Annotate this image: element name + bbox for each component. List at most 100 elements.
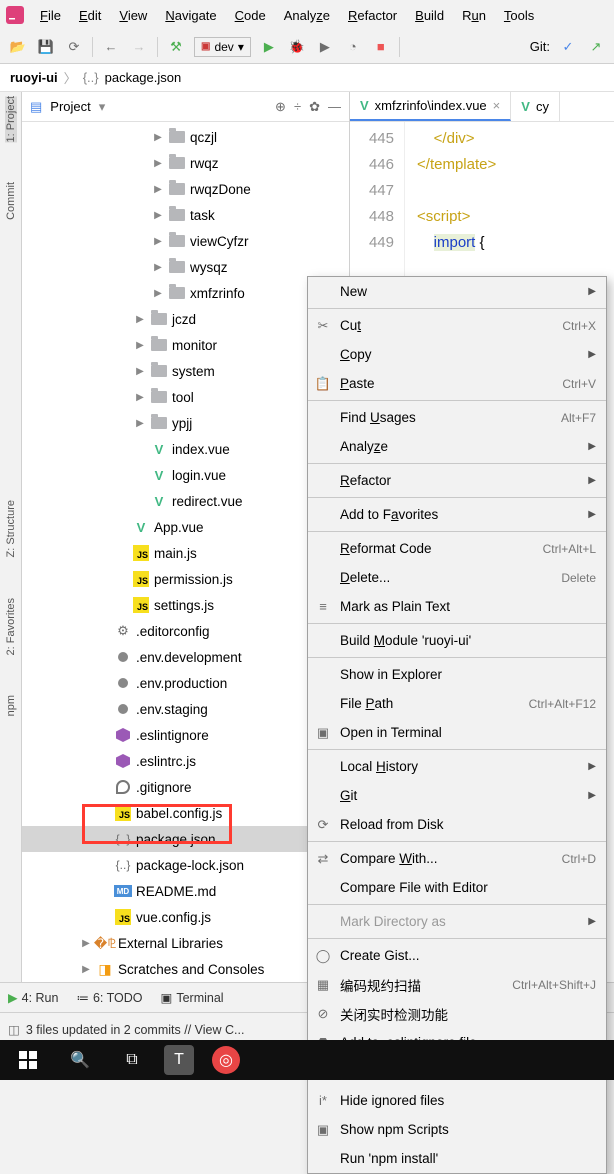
tree-item[interactable]: ▶◨Scratches and Consoles [22, 956, 349, 982]
expand-arrow-icon[interactable]: ▶ [152, 236, 164, 247]
context-menu-item[interactable]: Reformat CodeCtrl+Alt+L [308, 534, 606, 563]
tree-item[interactable]: ▶monitor [22, 332, 349, 358]
collapse-icon[interactable]: ÷ [294, 99, 301, 115]
expand-arrow-icon[interactable]: ▶ [134, 366, 146, 377]
menu-code[interactable]: Code [227, 4, 274, 27]
dropdown-icon[interactable]: ▾ [99, 99, 106, 115]
tab-favorites[interactable]: 2: Favorites [5, 598, 17, 655]
context-menu-item[interactable]: Git▶ [308, 781, 606, 810]
tree-item[interactable]: ▶xmfzrinfo [22, 280, 349, 306]
tree-item[interactable]: Vredirect.vue [22, 488, 349, 514]
context-menu-item[interactable]: Show in Explorer [308, 660, 606, 689]
run-tool-tab[interactable]: ▶4: Run [8, 990, 58, 1005]
hide-icon[interactable]: — [328, 99, 341, 115]
tree-item[interactable]: .env.production [22, 670, 349, 696]
menu-view[interactable]: View [111, 4, 155, 27]
hammer-icon[interactable]: ⚒ [166, 37, 186, 57]
tree-item[interactable]: ▶rwqzDone [22, 176, 349, 202]
close-icon[interactable]: × [493, 98, 501, 113]
breadcrumb-file[interactable]: package.json [105, 70, 182, 85]
run-icon[interactable]: ▶ [259, 37, 279, 57]
menu-run[interactable]: Run [454, 4, 494, 27]
tree-item[interactable]: ▶�⅊External Libraries [22, 930, 349, 956]
context-menu-item[interactable]: Local History▶ [308, 752, 606, 781]
context-menu-item[interactable]: Build Module 'ruoyi-ui' [308, 626, 606, 655]
tree-item[interactable]: ▶jczd [22, 306, 349, 332]
expand-arrow-icon[interactable]: ▶ [152, 288, 164, 299]
stop-icon[interactable]: ■ [371, 37, 391, 57]
search-icon[interactable]: 🔍 [60, 1040, 100, 1080]
expand-arrow-icon[interactable]: ▶ [152, 132, 164, 143]
context-menu-item[interactable]: Refactor▶ [308, 466, 606, 495]
tree-item[interactable]: JSmain.js [22, 540, 349, 566]
coverage-icon[interactable]: ▶ [315, 37, 335, 57]
expand-arrow-icon[interactable]: ▶ [152, 158, 164, 169]
tree-item[interactable]: ▶wysqz [22, 254, 349, 280]
menu-analyze[interactable]: Analyze [276, 4, 338, 27]
editor-tab-2[interactable]: V cy [511, 92, 560, 121]
context-menu-item[interactable]: Delete...Delete [308, 563, 606, 592]
tree-item[interactable]: ▶task [22, 202, 349, 228]
tree-item[interactable]: ▶ypjj [22, 410, 349, 436]
expand-arrow-icon[interactable]: ▶ [80, 938, 92, 949]
tree-item[interactable]: ⚙.editorconfig [22, 618, 349, 644]
tree-item[interactable]: VApp.vue [22, 514, 349, 540]
tree-item[interactable]: .eslintrc.js [22, 748, 349, 774]
git-update-icon[interactable]: ✓ [558, 37, 578, 57]
app-t-icon[interactable]: T [164, 1045, 194, 1075]
forward-icon[interactable]: → [129, 37, 149, 57]
target-icon[interactable]: ⊕ [275, 99, 286, 115]
open-icon[interactable]: 📂 [8, 37, 28, 57]
context-menu-item[interactable]: ≡Mark as Plain Text [308, 592, 606, 621]
back-icon[interactable]: ← [101, 37, 121, 57]
tree-item[interactable]: JSpermission.js [22, 566, 349, 592]
tree-item[interactable]: ▶system [22, 358, 349, 384]
debug-icon[interactable]: 🐞 [287, 37, 307, 57]
context-menu-item[interactable]: Analyze▶ [308, 432, 606, 461]
tree-item[interactable]: {..}package-lock.json [22, 852, 349, 878]
menu-file[interactable]: File [32, 4, 69, 27]
context-menu-item[interactable]: ▣Open in Terminal [308, 718, 606, 747]
tree-item[interactable]: Vindex.vue [22, 436, 349, 462]
context-menu-item[interactable]: Add to Favorites▶ [308, 500, 606, 529]
context-menu-item[interactable]: ▦编码规约扫描Ctrl+Alt+Shift+J [308, 970, 606, 999]
context-menu-item[interactable]: Copy▶ [308, 340, 606, 369]
context-menu-item[interactable]: Run 'npm install' [308, 1144, 606, 1173]
tab-project[interactable]: 1: Project [5, 96, 17, 142]
todo-tool-tab[interactable]: ≔6: TODO [76, 990, 142, 1005]
context-menu-item[interactable]: File PathCtrl+Alt+F12 [308, 689, 606, 718]
expand-arrow-icon[interactable]: ▶ [80, 964, 92, 975]
expand-arrow-icon[interactable]: ▶ [134, 314, 146, 325]
context-menu-item[interactable]: ⟳Reload from Disk [308, 810, 606, 839]
tree-item[interactable]: .eslintignore [22, 722, 349, 748]
menu-navigate[interactable]: Navigate [157, 4, 224, 27]
profile-icon[interactable]: ◔ [343, 37, 363, 57]
tree-item[interactable]: JSbabel.config.js [22, 800, 349, 826]
editor-tab-1[interactable]: V xmfzrinfo\index.vue × [350, 92, 511, 121]
expand-arrow-icon[interactable]: ▶ [152, 210, 164, 221]
tab-structure[interactable]: Z: Structure [5, 500, 17, 557]
tree-item[interactable]: Vlogin.vue [22, 462, 349, 488]
terminal-tool-tab[interactable]: ▣Terminal [161, 990, 224, 1005]
expand-arrow-icon[interactable]: ▶ [152, 184, 164, 195]
expand-arrow-icon[interactable]: ▶ [152, 262, 164, 273]
context-menu-item[interactable]: New▶ [308, 277, 606, 306]
menu-build[interactable]: Build [407, 4, 452, 27]
project-title[interactable]: Project [50, 99, 90, 114]
save-icon[interactable]: 💾 [36, 37, 56, 57]
context-menu-item[interactable]: ⊘关闭实时检测功能 [308, 999, 606, 1028]
context-menu-item[interactable]: ◯Create Gist... [308, 941, 606, 970]
start-button[interactable] [8, 1040, 48, 1080]
app-red-icon[interactable]: ◎ [206, 1040, 246, 1080]
tree-item[interactable]: JSvue.config.js [22, 904, 349, 930]
context-menu-item[interactable]: ✂CutCtrl+X [308, 311, 606, 340]
tree-item[interactable]: ▶tool [22, 384, 349, 410]
tree-item[interactable]: .env.development [22, 644, 349, 670]
menu-tools[interactable]: Tools [496, 4, 542, 27]
context-menu-item[interactable]: i*Hide ignored files [308, 1086, 606, 1115]
tree-item[interactable]: .gitignore [22, 774, 349, 800]
tab-npm[interactable]: npm [5, 695, 17, 716]
context-menu-item[interactable]: 📋PasteCtrl+V [308, 369, 606, 398]
expand-arrow-icon[interactable]: ▶ [134, 340, 146, 351]
breadcrumb-root[interactable]: ruoyi-ui [10, 70, 58, 85]
